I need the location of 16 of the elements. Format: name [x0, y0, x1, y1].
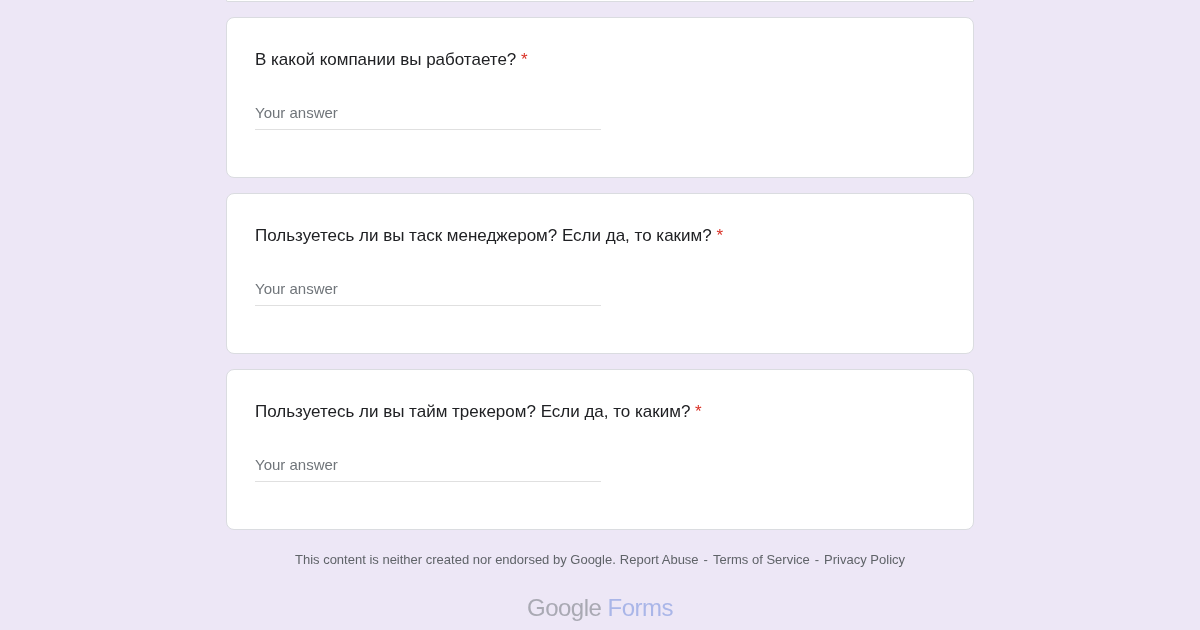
google-forms-logo: Google Forms [525, 592, 675, 623]
answer-field[interactable]: Your answer [255, 102, 601, 130]
required-mark: * [716, 226, 724, 245]
answer-field[interactable]: Your answer [255, 278, 601, 306]
question-title: Пользуетесь ли вы тайм трекером? Если да, то каким? [255, 402, 691, 421]
footer-link[interactable]: Report Abuse [619, 550, 699, 570]
question-title: Пользуетесь ли вы таск менеджером? Если да, то каким? [255, 226, 712, 245]
separator: - [814, 551, 820, 569]
question-title: В какой компании вы работаете? [255, 50, 517, 69]
required-mark: * [695, 402, 702, 421]
footer-link[interactable]: Privacy Policy [824, 550, 906, 570]
separator: - [703, 551, 708, 569]
required-mark: * [521, 50, 528, 69]
footer-link[interactable]: Terms of Service [712, 550, 810, 570]
disclaimer-text: This content is neither created nor endorsed by Google. [294, 551, 616, 569]
answer-field[interactable]: Your answer [255, 454, 601, 482]
